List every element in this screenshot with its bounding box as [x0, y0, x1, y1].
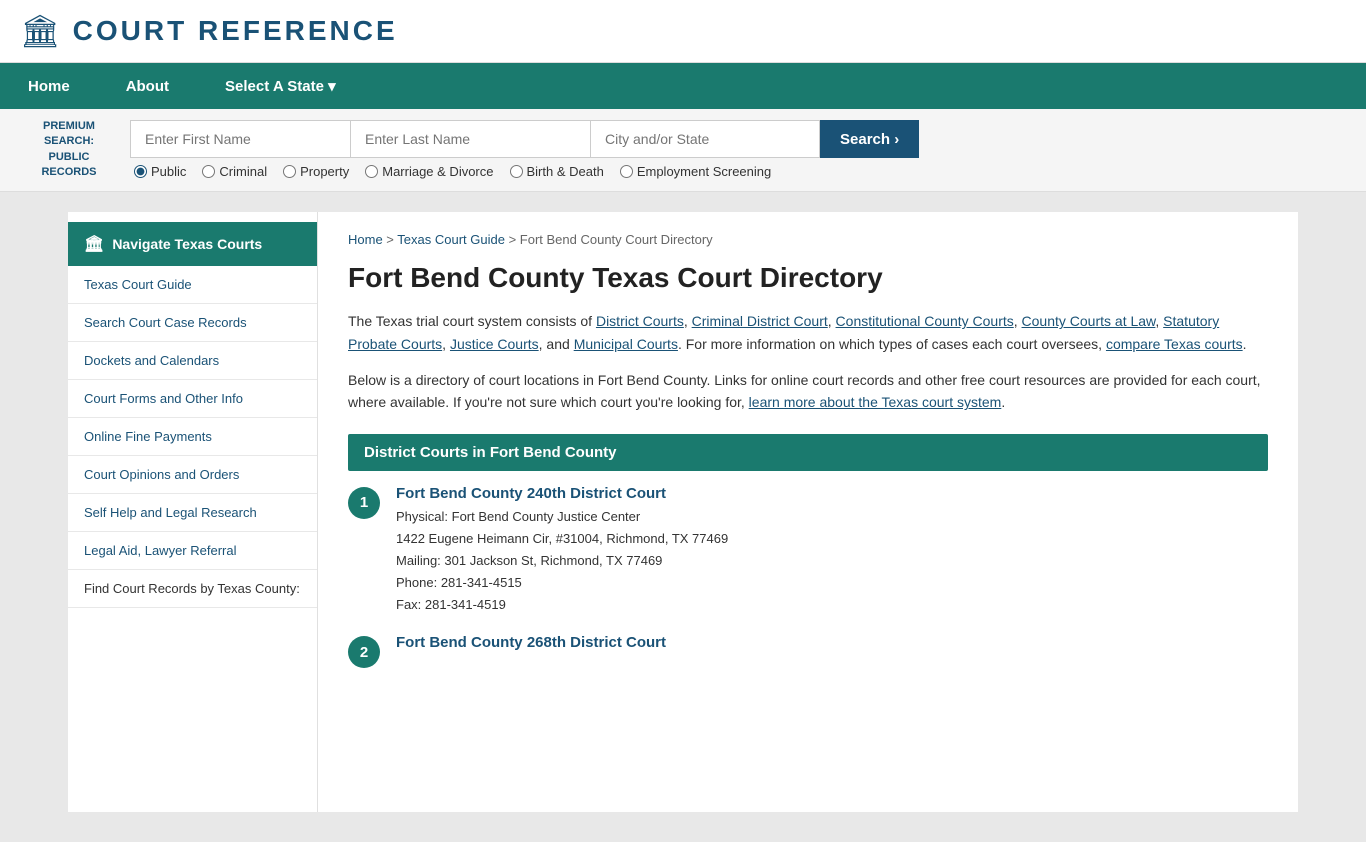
sidebar-item-opinions[interactable]: Court Opinions and Orders	[68, 456, 317, 494]
sidebar-item-dockets[interactable]: Dockets and Calendars	[68, 342, 317, 380]
breadcrumb-texas-guide[interactable]: Texas Court Guide	[397, 232, 505, 247]
link-district-courts[interactable]: District Courts	[596, 313, 684, 329]
nav-select-state[interactable]: Select A State ▾	[197, 63, 364, 109]
page-title: Fort Bend County Texas Court Directory	[348, 261, 1268, 295]
court-info-1: Physical: Fort Bend County Justice Cente…	[396, 506, 1268, 616]
sidebar-item-self-help[interactable]: Self Help and Legal Research	[68, 494, 317, 532]
city-state-input[interactable]	[590, 120, 820, 158]
court-name-2[interactable]: Fort Bend County 268th District Court	[396, 634, 1268, 651]
sidebar-item-search-records[interactable]: Search Court Case Records	[68, 304, 317, 342]
court-number-1: 1	[348, 487, 380, 519]
sidebar-item-texas-court-guide[interactable]: Texas Court Guide	[68, 266, 317, 304]
link-compare-courts[interactable]: compare Texas courts	[1106, 336, 1243, 352]
court-item-2: 2 Fort Bend County 268th District Court	[348, 634, 1268, 668]
logo-icon: 🏛	[20, 12, 61, 50]
radio-marriage[interactable]: Marriage & Divorce	[365, 164, 493, 179]
sidebar-active-item[interactable]: 🏛 Navigate Texas Courts	[68, 222, 317, 266]
link-county-courts-law[interactable]: County Courts at Law	[1022, 313, 1156, 329]
section-header-district: District Courts in Fort Bend County	[348, 434, 1268, 471]
last-name-input[interactable]	[350, 120, 590, 158]
link-constitutional-county[interactable]: Constitutional County Courts	[836, 313, 1014, 329]
nav-home[interactable]: Home	[0, 63, 98, 109]
search-label: PREMIUM SEARCH: PUBLIC RECORDS	[20, 119, 130, 181]
sidebar: 🏛 Navigate Texas Courts Texas Court Guid…	[68, 212, 318, 812]
main-layout: 🏛 Navigate Texas Courts Texas Court Guid…	[68, 212, 1298, 812]
link-criminal-district[interactable]: Criminal District Court	[692, 313, 828, 329]
sidebar-active-label: Navigate Texas Courts	[112, 236, 262, 252]
main-content: Home > Texas Court Guide > Fort Bend Cou…	[318, 212, 1298, 812]
sidebar-find-records-label: Find Court Records by Texas County:	[68, 570, 317, 608]
court-item-1: 1 Fort Bend County 240th District Court …	[348, 485, 1268, 616]
search-inputs: Search › Public Criminal Property Marria…	[130, 120, 1346, 179]
radio-employment[interactable]: Employment Screening	[620, 164, 771, 179]
navbar: Home About Select A State ▾	[0, 63, 1366, 109]
link-justice-courts[interactable]: Justice Courts	[450, 336, 539, 352]
court-number-2: 2	[348, 636, 380, 668]
content-wrapper: 🏛 Navigate Texas Courts Texas Court Guid…	[68, 212, 1298, 812]
court-details-2: Fort Bend County 268th District Court	[396, 634, 1268, 655]
radio-birth[interactable]: Birth & Death	[510, 164, 604, 179]
search-fields: Search ›	[130, 120, 1346, 158]
search-button[interactable]: Search ›	[820, 120, 919, 158]
sidebar-navigate-icon: 🏛	[84, 234, 104, 254]
first-name-input[interactable]	[130, 120, 350, 158]
breadcrumb-current: Fort Bend County Court Directory	[520, 232, 713, 247]
intro-paragraph-1: The Texas trial court system consists of…	[348, 310, 1268, 355]
site-header: 🏛 COURT REFERENCE	[0, 0, 1366, 63]
sidebar-item-fines[interactable]: Online Fine Payments	[68, 418, 317, 456]
link-learn-more[interactable]: learn more about the Texas court system	[749, 394, 1002, 410]
breadcrumb-home[interactable]: Home	[348, 232, 383, 247]
sidebar-item-legal-aid[interactable]: Legal Aid, Lawyer Referral	[68, 532, 317, 570]
logo-text: COURT REFERENCE	[73, 15, 398, 47]
radio-criminal[interactable]: Criminal	[202, 164, 267, 179]
sidebar-item-forms[interactable]: Court Forms and Other Info	[68, 380, 317, 418]
radio-public[interactable]: Public	[134, 164, 186, 179]
nav-about[interactable]: About	[98, 63, 197, 109]
court-name-1[interactable]: Fort Bend County 240th District Court	[396, 485, 1268, 502]
radio-row: Public Criminal Property Marriage & Divo…	[130, 164, 1346, 179]
court-details-1: Fort Bend County 240th District Court Ph…	[396, 485, 1268, 616]
link-municipal-courts[interactable]: Municipal Courts	[574, 336, 678, 352]
radio-property[interactable]: Property	[283, 164, 349, 179]
search-bar: PREMIUM SEARCH: PUBLIC RECORDS Search › …	[0, 109, 1366, 192]
intro-paragraph-2: Below is a directory of court locations …	[348, 369, 1268, 414]
breadcrumb: Home > Texas Court Guide > Fort Bend Cou…	[348, 232, 1268, 247]
